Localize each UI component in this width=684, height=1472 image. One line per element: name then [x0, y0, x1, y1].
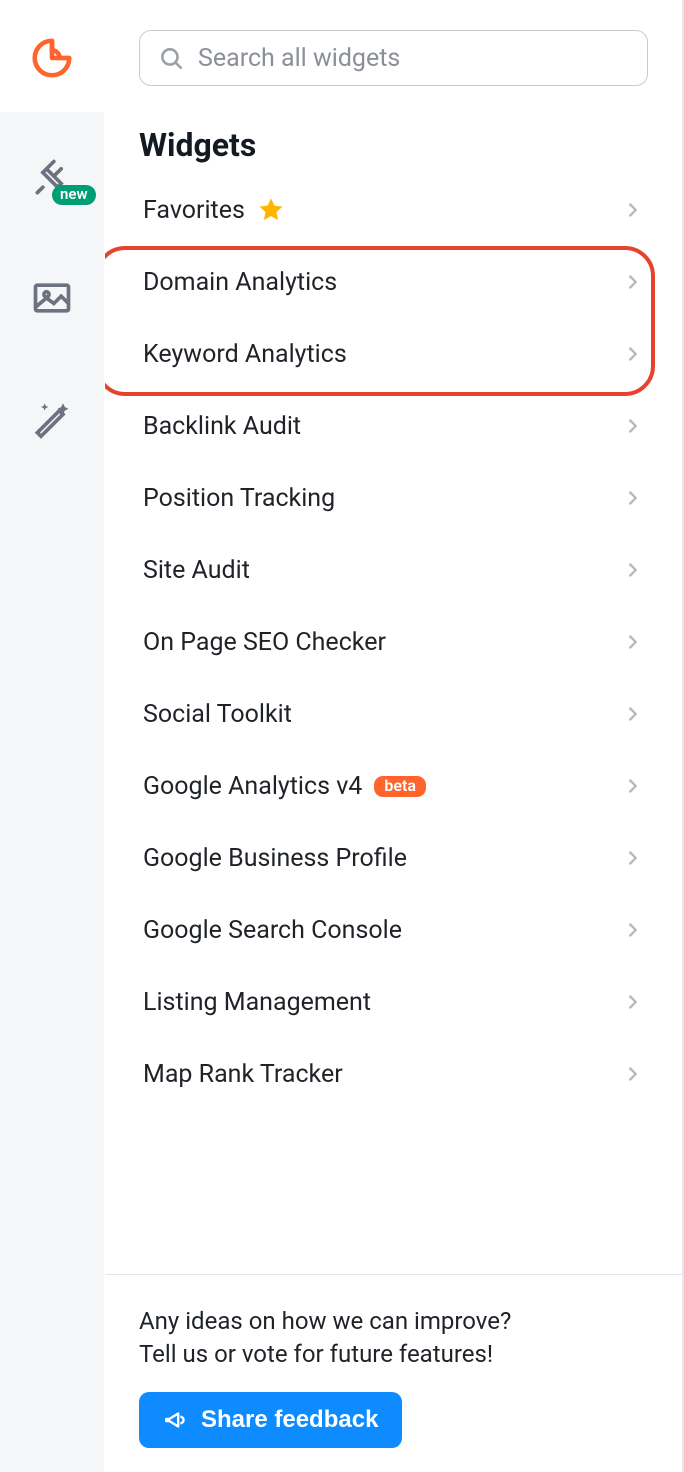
list-item-label: Listing Management: [143, 988, 371, 1017]
list-item-backlink-audit[interactable]: Backlink Audit: [129, 390, 658, 462]
list-item-label: Google Business Profile: [143, 844, 407, 873]
chevron-right-icon: [622, 1063, 644, 1085]
list-item-label: Backlink Audit: [143, 412, 301, 441]
chevron-right-icon: [622, 919, 644, 941]
chevron-right-icon: [622, 199, 644, 221]
list-item-label: Map Rank Tracker: [143, 1060, 343, 1089]
list-item-label: Domain Analytics: [143, 268, 337, 297]
search-icon: [158, 45, 184, 71]
wand-icon[interactable]: [22, 388, 82, 448]
list-item-label: Position Tracking: [143, 484, 335, 513]
list-item-keyword-analytics[interactable]: Keyword Analytics: [129, 318, 658, 390]
list-item-label: Site Audit: [143, 556, 250, 585]
share-feedback-label: Share feedback: [201, 1406, 378, 1434]
feedback-line1: Any ideas on how we can improve?: [139, 1307, 511, 1335]
widgets-list: Favorites Domain Analytics Keyword Analy…: [105, 174, 682, 1274]
beta-badge: beta: [374, 776, 426, 797]
list-item-label: Keyword Analytics: [143, 340, 347, 369]
list-item-position-tracking[interactable]: Position Tracking: [129, 462, 658, 534]
list-item-site-audit[interactable]: Site Audit: [129, 534, 658, 606]
chevron-right-icon: [622, 271, 644, 293]
plug-icon[interactable]: new: [22, 148, 82, 208]
megaphone-icon: [163, 1407, 189, 1433]
list-item-label: Social Toolkit: [143, 700, 292, 729]
chevron-right-icon: [622, 991, 644, 1013]
logo-icon[interactable]: [22, 28, 82, 88]
list-item-favorites[interactable]: Favorites: [129, 174, 658, 246]
list-item-google-business-profile[interactable]: Google Business Profile: [129, 822, 658, 894]
chevron-right-icon: [622, 343, 644, 365]
feedback-section: Any ideas on how we can improve? Tell us…: [105, 1274, 682, 1472]
chevron-right-icon: [622, 559, 644, 581]
chevron-right-icon: [622, 487, 644, 509]
chevron-right-icon: [622, 775, 644, 797]
feedback-line2: Tell us or vote for future features!: [139, 1340, 493, 1368]
left-rail: new: [0, 0, 104, 1472]
list-item-listing-management[interactable]: Listing Management: [129, 966, 658, 1038]
list-item-google-analytics-v4[interactable]: Google Analytics v4 beta: [129, 750, 658, 822]
list-item-google-search-console[interactable]: Google Search Console: [129, 894, 658, 966]
star-icon: [257, 196, 285, 224]
list-item-social-toolkit[interactable]: Social Toolkit: [129, 678, 658, 750]
list-item-map-rank-tracker[interactable]: Map Rank Tracker: [129, 1038, 658, 1110]
widgets-panel: Search all widgets Widgets Favorites Dom…: [104, 0, 684, 1472]
list-item-label: Google Search Console: [143, 916, 402, 945]
list-item-on-page-seo-checker[interactable]: On Page SEO Checker: [129, 606, 658, 678]
chevron-right-icon: [622, 703, 644, 725]
list-item-label: On Page SEO Checker: [143, 628, 386, 657]
chevron-right-icon: [622, 631, 644, 653]
chevron-right-icon: [622, 847, 644, 869]
search-input[interactable]: Search all widgets: [139, 30, 648, 86]
search-placeholder: Search all widgets: [198, 44, 400, 73]
list-item-label: Favorites: [143, 196, 245, 225]
list-item-domain-analytics[interactable]: Domain Analytics: [129, 246, 658, 318]
share-feedback-button[interactable]: Share feedback: [139, 1392, 402, 1448]
page-title: Widgets: [105, 86, 682, 174]
chevron-right-icon: [622, 415, 644, 437]
image-icon[interactable]: [22, 268, 82, 328]
new-badge: new: [52, 185, 96, 205]
list-item-label: Google Analytics v4: [143, 772, 362, 801]
